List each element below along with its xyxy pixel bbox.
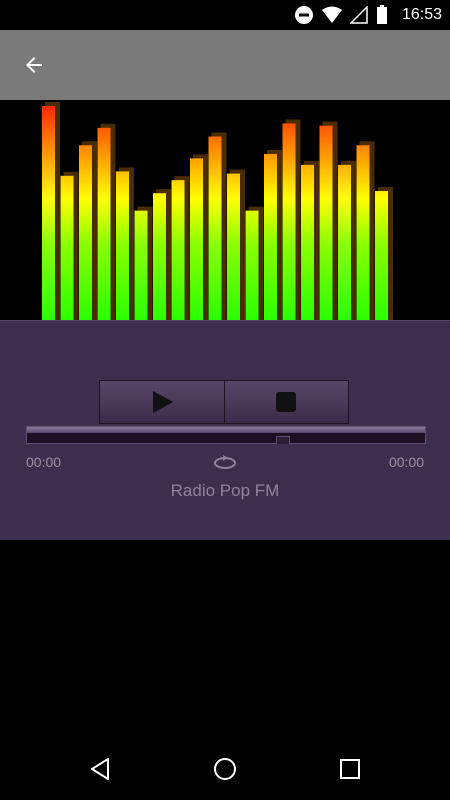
visualizer-bar (208, 136, 222, 320)
seek-bar[interactable] (26, 426, 426, 444)
arrow-back-icon (26, 57, 42, 73)
visualizer-bar (153, 193, 166, 320)
nav-recents-button[interactable] (335, 754, 365, 784)
current-time: 00:00 (26, 454, 62, 470)
visualizer-bar (97, 127, 111, 320)
status-time: 16:53 (401, 6, 442, 23)
audio-visualizer (0, 100, 450, 320)
battery-icon (376, 5, 388, 25)
visualizer-bar (264, 153, 277, 320)
status-icons: 16:53 (294, 0, 442, 30)
back-triangle-icon (91, 758, 109, 780)
visualizer-bar (190, 158, 203, 320)
visualizer-bar (134, 210, 148, 320)
visualizer-bar (282, 123, 296, 320)
repeat-icon (214, 455, 236, 469)
station-name: Radio Pop FM (170, 481, 280, 500)
play-icon (152, 391, 173, 413)
stop-icon (276, 392, 297, 412)
back-button[interactable] (16, 47, 52, 83)
visualizer-bar (301, 164, 314, 320)
player-panel: 00:00 00:00 Radio Pop FM (0, 320, 450, 540)
seek-track (27, 427, 425, 433)
visualizer-bar (116, 171, 129, 320)
visualizer-canvas (42, 102, 393, 320)
visualizer-bar (171, 180, 185, 320)
nav-back-button[interactable] (85, 754, 115, 784)
visualizer-bar (375, 191, 388, 320)
navigation-bar (0, 738, 450, 800)
nav-home-button[interactable] (210, 754, 240, 784)
visualizer-bar (42, 106, 55, 320)
do-not-disturb-icon (294, 5, 314, 25)
visualizer-bar (356, 145, 370, 320)
status-bar: 16:53 (0, 0, 450, 30)
visualizer-bar (319, 125, 333, 320)
recents-square-icon (340, 759, 360, 779)
visualizer-bar (245, 210, 259, 320)
signal-icon (349, 6, 368, 24)
repeat-button[interactable] (212, 451, 238, 473)
seek-thumb[interactable] (276, 436, 290, 444)
visualizer-bar (227, 173, 240, 320)
stop-button[interactable] (223, 381, 349, 423)
visualizer-bar (338, 164, 351, 320)
visualizer-bar (60, 175, 74, 320)
playback-controls (99, 380, 349, 424)
home-circle-icon (214, 758, 236, 780)
total-time: 00:00 (388, 454, 424, 470)
play-button[interactable] (100, 381, 224, 423)
visualizer-bar (79, 145, 92, 320)
app-bar (0, 30, 450, 100)
wifi-icon (321, 6, 342, 24)
